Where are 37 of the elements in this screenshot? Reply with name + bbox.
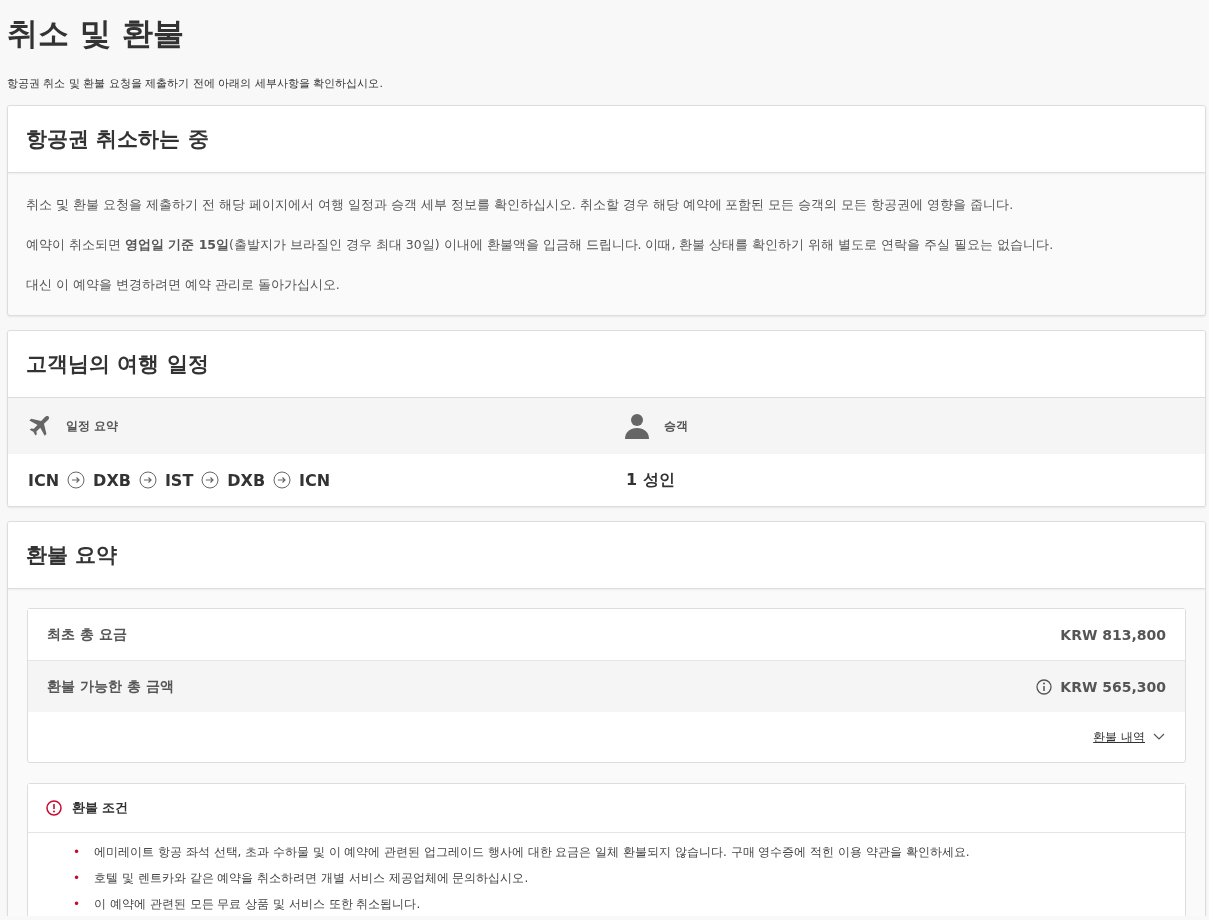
- airplane-icon: [26, 413, 52, 439]
- chevron-down-icon[interactable]: [1153, 733, 1165, 741]
- bullet-mark: •: [73, 870, 81, 887]
- person-icon: [624, 413, 650, 439]
- bullet-mark: •: [73, 896, 81, 913]
- airport-code: ICN: [28, 470, 60, 490]
- passenger-label: 승객: [664, 417, 688, 435]
- card-title: 항공권 취소하는 중: [26, 126, 210, 153]
- airport-code: IST: [164, 470, 194, 490]
- amount-label: 최초 총 요금: [47, 625, 127, 644]
- condition-item: 호텔 및 렌트카와 같은 예약을 취소하려면 개별 서비스 제공업체에 문의하십시오.: [94, 870, 529, 887]
- paragraph: 취소 및 환불 요청을 제출하기 전 해당 페이지에서 여행 일정과 승객 세부 정보를 확인하십시오. 취소할 경우 해당 예약에 포함된 모든 승객의 모든 항공권에 영향을 줍니다.: [26, 196, 1015, 214]
- info-icon[interactable]: [1036, 678, 1053, 695]
- airport-code: DXB: [227, 470, 266, 490]
- paragraph: 예약이 취소되면 영업일 기준 15일(출발지가 브라질인 경우 최대 30일) 이내에 환불액을 입금해 드립니다. 이때, 환불 상태를 확인하기 위해 별도로 연락을 주실 필요는 없습니다.: [26, 236, 1055, 254]
- summary-label: 일정 요약: [66, 417, 119, 435]
- amount-value: KRW 813,800: [1060, 626, 1166, 643]
- condition-item: 이 예약에 관련된 모든 무료 상품 및 서비스 또한 취소됩니다.: [94, 896, 421, 913]
- alert-icon: [46, 800, 62, 816]
- card-title: 환불 요약: [26, 542, 119, 569]
- card-title: 고객님의 여행 일정: [26, 351, 210, 378]
- airport-code: DXB: [93, 470, 131, 490]
- page-title: 취소 및 환불: [7, 14, 185, 53]
- passenger-count: 1 성인: [626, 469, 676, 491]
- arrow-right-icon: [201, 471, 220, 489]
- refund-details-link[interactable]: 환불 내역: [1093, 728, 1145, 746]
- paragraph: 대신 이 예약을 변경하려면 예약 관리로 돌아가십시오.: [26, 276, 341, 294]
- condition-item: 에미레이트 항공 좌석 선택, 초과 수하물 및 이 예약에 관련된 업그레이드 행사에 대한 요금은 일체 환불되지 않습니다. 구매 영수증에 적힌 이용 약관을 확인하세요.: [94, 844, 970, 861]
- bullet-mark: •: [73, 844, 81, 861]
- arrow-right-icon: [138, 471, 157, 489]
- arrow-right-icon: [273, 471, 292, 489]
- arrow-right-icon: [67, 471, 86, 489]
- amount-value: KRW 565,300: [1060, 678, 1166, 695]
- page-subtitle: 항공권 취소 및 환불 요청을 제출하기 전에 아래의 세부사항을 확인하십시오.: [7, 76, 384, 91]
- amount-label: 환불 가능한 총 금액: [47, 677, 174, 696]
- airport-code: ICN: [299, 470, 331, 490]
- conditions-title: 환불 조건: [72, 799, 129, 817]
